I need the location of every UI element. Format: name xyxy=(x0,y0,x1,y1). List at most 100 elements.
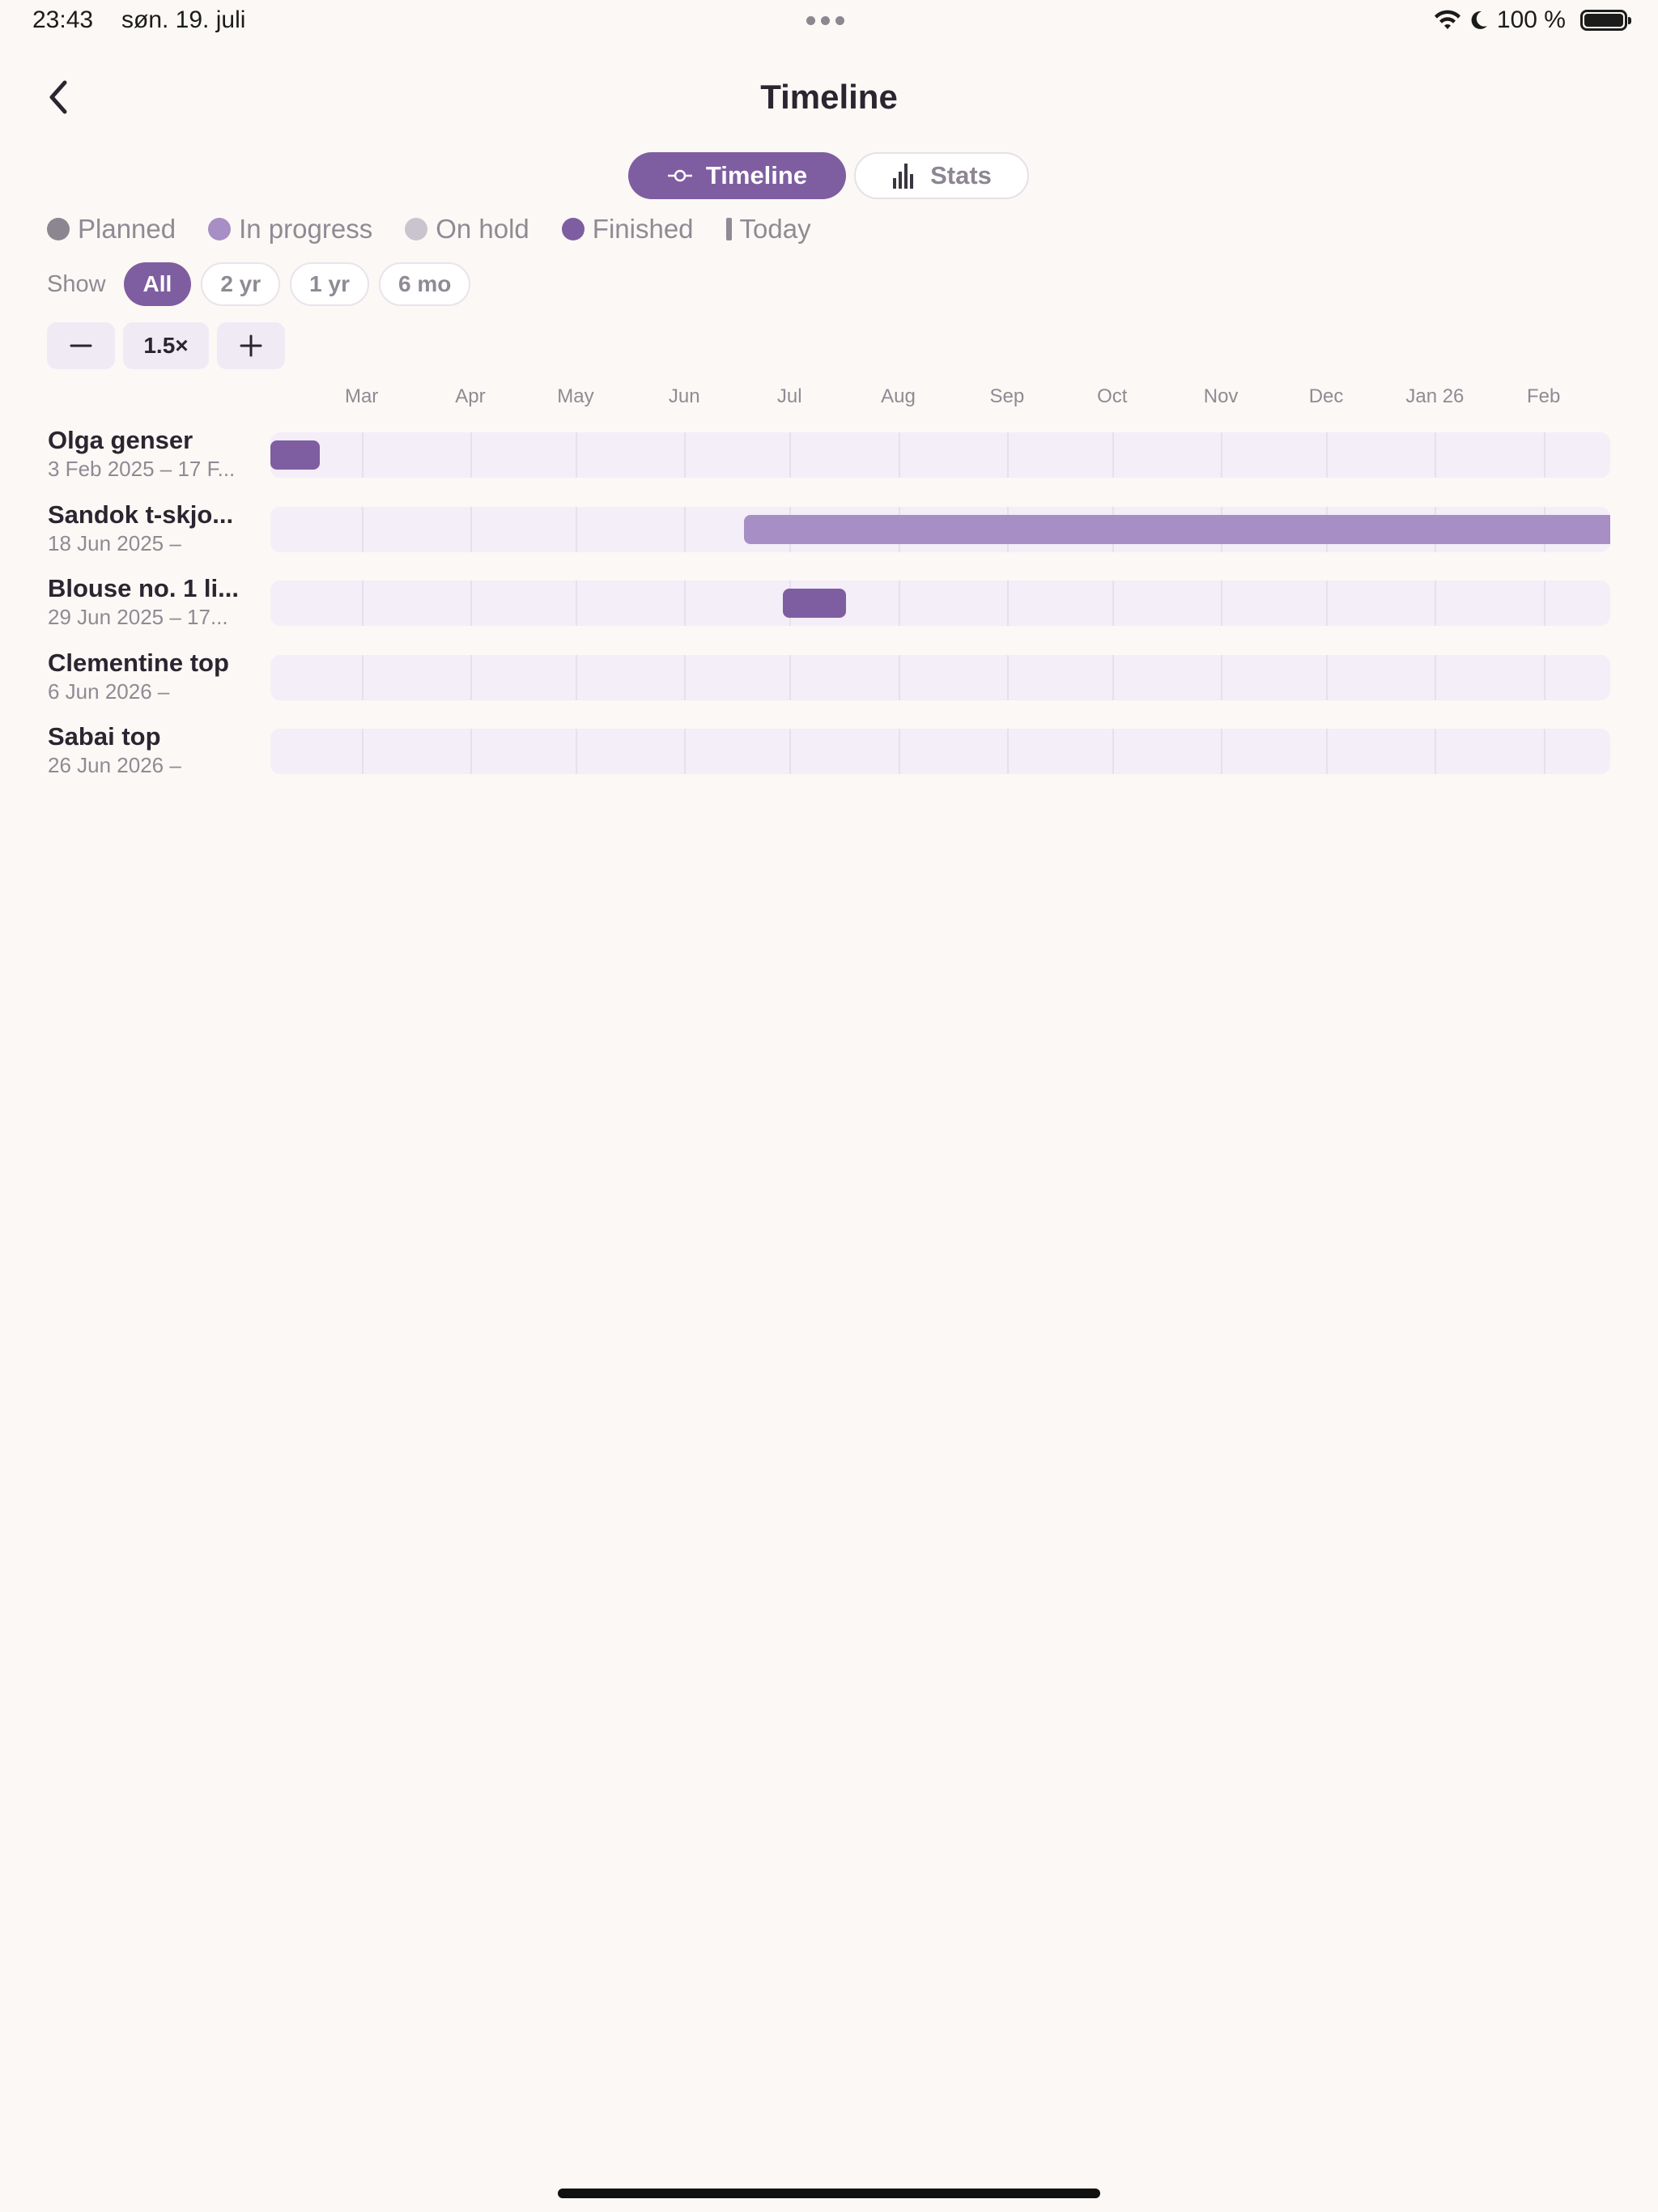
month-gridline xyxy=(898,432,900,478)
legend-label: On hold xyxy=(436,214,529,244)
month-gridline xyxy=(470,581,472,626)
month-gridline xyxy=(1221,432,1223,478)
month-gridline xyxy=(470,506,472,552)
month-gridline xyxy=(1543,432,1545,478)
month-tick-label: Jan 26 xyxy=(1405,385,1465,407)
month-gridline xyxy=(361,729,363,774)
range-option-6mo[interactable]: 6 mo xyxy=(378,262,471,306)
month-tick-label: Aug xyxy=(881,385,916,407)
multitasking-dots-icon[interactable] xyxy=(806,16,844,25)
project-bar[interactable] xyxy=(782,589,846,618)
bar-chart-icon xyxy=(891,162,917,189)
month-gridline xyxy=(1435,729,1437,774)
month-gridline xyxy=(789,654,792,700)
month-gridline xyxy=(470,729,472,774)
range-filter: Show All 2 yr 1 yr 6 mo xyxy=(47,262,471,306)
timeline-icon xyxy=(667,168,693,184)
range-option-all[interactable]: All xyxy=(123,262,192,306)
project-dates: 3 Feb 2025 – 17 F... xyxy=(48,457,236,481)
month-gridline xyxy=(361,506,363,552)
month-tick-label: Feb xyxy=(1526,385,1561,407)
status-legend: Planned In progress On hold Finished Tod… xyxy=(47,214,811,245)
project-bar[interactable] xyxy=(743,514,1610,544)
timeline-track[interactable] xyxy=(270,654,1610,700)
month-gridline xyxy=(684,432,687,478)
month-gridline xyxy=(898,581,900,626)
range-option-2yr[interactable]: 2 yr xyxy=(201,262,281,306)
project-bar[interactable] xyxy=(270,440,320,470)
month-gridline xyxy=(898,654,900,700)
status-bar: 23:43 søn. 19. juli 100 % xyxy=(0,0,1658,45)
page-title: Timeline xyxy=(760,78,898,116)
legend-item-finished: Finished xyxy=(561,214,694,245)
project-name[interactable]: Blouse no. 1 li... xyxy=(48,574,239,603)
month-gridline xyxy=(1006,654,1009,700)
month-gridline xyxy=(470,654,472,700)
legend-label: Today xyxy=(739,214,811,244)
month-gridline xyxy=(1543,581,1545,626)
month-gridline xyxy=(575,506,577,552)
legend-label: Planned xyxy=(78,214,176,244)
month-tick-label: Jun xyxy=(668,385,700,407)
month-gridline xyxy=(1221,729,1223,774)
legend-label: In progress xyxy=(239,214,373,244)
wifi-icon xyxy=(1434,10,1460,29)
project-name[interactable]: Sabai top xyxy=(48,722,161,751)
month-gridline xyxy=(1006,432,1009,478)
legend-item-planned: Planned xyxy=(47,214,176,245)
month-gridline xyxy=(1112,654,1114,700)
minus-icon xyxy=(70,344,92,347)
month-tick-label: Sep xyxy=(989,385,1025,407)
month-gridline xyxy=(1006,581,1009,626)
battery-icon xyxy=(1580,10,1631,31)
timeline-track[interactable] xyxy=(270,581,1610,626)
range-label: Show xyxy=(47,270,106,297)
zoom-out-button[interactable] xyxy=(47,322,115,369)
month-gridline xyxy=(1112,432,1114,478)
range-option-1yr[interactable]: 1 yr xyxy=(290,262,369,306)
status-time: 23:43 xyxy=(32,6,94,33)
month-gridline xyxy=(1435,581,1437,626)
project-dates: 6 Jun 2026 – xyxy=(48,678,170,704)
project-dates: 18 Jun 2025 – xyxy=(48,530,181,555)
tab-timeline[interactable]: Timeline xyxy=(628,152,846,199)
month-tick-label: May xyxy=(557,385,594,407)
project-name[interactable]: Sandok t-skjo... xyxy=(48,500,233,530)
status-date: søn. 19. juli xyxy=(121,6,246,33)
month-gridline xyxy=(684,654,687,700)
month-tick-label: Nov xyxy=(1203,385,1239,407)
month-tick-label: Jul xyxy=(776,385,802,407)
month-gridline xyxy=(1221,581,1223,626)
month-gridline xyxy=(789,432,792,478)
on-hold-dot-icon xyxy=(405,218,428,240)
month-gridline xyxy=(684,581,687,626)
planned-dot-icon xyxy=(47,218,70,240)
timeline-track[interactable] xyxy=(270,506,1610,552)
zoom-level: 1.5× xyxy=(123,322,209,369)
month-gridline xyxy=(1112,581,1114,626)
month-gridline xyxy=(1435,432,1437,478)
legend-item-on-hold: On hold xyxy=(405,214,529,245)
project-dates: 29 Jun 2025 – 17... xyxy=(48,605,228,629)
tab-stats[interactable]: Stats xyxy=(854,152,1029,199)
month-gridline xyxy=(575,432,577,478)
month-gridline xyxy=(1543,654,1545,700)
month-gridline xyxy=(684,506,687,552)
finished-dot-icon xyxy=(561,218,585,240)
legend-item-in-progress: In progress xyxy=(208,214,372,245)
plus-icon xyxy=(240,334,262,357)
month-tick-label: Oct xyxy=(1097,385,1128,407)
timeline-track[interactable] xyxy=(270,729,1610,774)
project-dates: 26 Jun 2026 – xyxy=(48,753,181,777)
tab-stats-label: Stats xyxy=(930,161,992,189)
battery-percent: 100 % xyxy=(1496,6,1566,33)
home-indicator[interactable] xyxy=(558,2189,1100,2198)
month-gridline xyxy=(575,581,577,626)
zoom-in-button[interactable] xyxy=(217,322,285,369)
month-gridline xyxy=(1543,729,1545,774)
project-name[interactable]: Olga genser xyxy=(48,426,193,455)
timeline-track[interactable] xyxy=(270,432,1610,478)
project-name[interactable]: Clementine top xyxy=(48,649,229,678)
zoom-controls: 1.5× xyxy=(47,322,285,369)
month-gridline xyxy=(1006,729,1009,774)
